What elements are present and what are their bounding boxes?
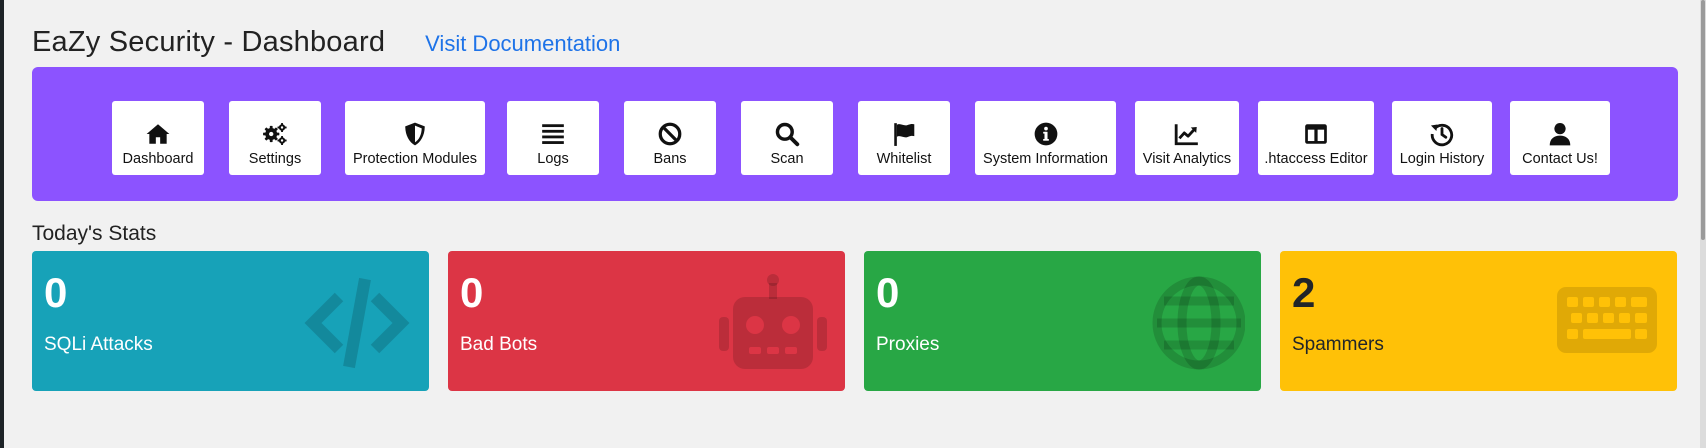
nav-button-label: .htaccess Editor	[1264, 151, 1368, 167]
nav-button-settings[interactable]: Settings	[229, 101, 321, 175]
stat-card-spammers: 2 Spammers	[1280, 251, 1677, 391]
nav-button-login-history[interactable]: Login History	[1392, 101, 1492, 175]
robot-icon	[717, 273, 829, 373]
nav-button-contact-us[interactable]: Contact Us!	[1510, 101, 1610, 175]
user-icon	[1546, 120, 1574, 148]
nav-button-label: Visit Analytics	[1142, 151, 1232, 167]
nav-button-label: Protection Modules	[352, 151, 478, 167]
stat-label: Proxies	[876, 334, 940, 355]
page-header: EaZy Security - Dashboard Visit Document…	[32, 26, 620, 66]
info-circle-icon	[1032, 120, 1060, 148]
nav-button-label: System Information	[983, 151, 1108, 167]
nav-button-label: Contact Us!	[1522, 151, 1598, 167]
nav-button-whitelist[interactable]: Whitelist	[858, 101, 950, 175]
nav-button-htaccess-editor[interactable]: .htaccess Editor	[1258, 101, 1374, 175]
history-icon	[1428, 120, 1456, 148]
page-title: EaZy Security - Dashboard	[32, 26, 386, 58]
columns-icon	[1302, 120, 1330, 148]
home-icon	[144, 120, 172, 148]
stat-label: SQLi Attacks	[44, 334, 153, 355]
ban-icon	[656, 120, 684, 148]
nav-button-label: Bans	[653, 151, 687, 167]
list-icon	[539, 120, 567, 148]
flag-icon	[890, 120, 918, 148]
shield-icon	[401, 120, 429, 148]
nav-button-label: Whitelist	[876, 151, 932, 167]
nav-button-logs[interactable]: Logs	[507, 101, 599, 175]
nav-button-bans[interactable]: Bans	[624, 101, 716, 175]
nav-button-system-information[interactable]: System Information	[975, 101, 1116, 175]
nav-bar: Dashboard Settings Protection Modules Lo…	[32, 67, 1678, 201]
stat-label: Spammers	[1292, 334, 1384, 355]
stat-value: 2	[1292, 269, 1316, 316]
stat-label: Bad Bots	[460, 334, 538, 355]
chart-line-icon	[1173, 120, 1201, 148]
nav-button-label: Scan	[770, 151, 804, 167]
nav-button-label: Logs	[537, 151, 569, 167]
globe-icon	[1133, 273, 1246, 373]
code-icon	[301, 273, 413, 373]
nav-button-label: Login History	[1399, 151, 1485, 167]
nav-button-protection-modules[interactable]: Protection Modules	[345, 101, 485, 175]
section-title-todays-stats: Today's Stats	[32, 222, 157, 245]
stat-value: 0	[876, 269, 900, 316]
cogs-icon	[261, 120, 289, 148]
admin-sidebar-edge	[0, 0, 4, 448]
keyboard-icon	[1549, 273, 1661, 373]
stat-card-proxies: 0 Proxies	[864, 251, 1261, 391]
nav-button-label: Dashboard	[122, 151, 194, 167]
nav-button-dashboard[interactable]: Dashboard	[112, 101, 204, 175]
stat-card-bad-bots: 0 Bad Bots	[448, 251, 845, 391]
scrollbar[interactable]	[1700, 0, 1706, 448]
stat-value: 0	[460, 269, 484, 316]
scrollbar-thumb[interactable]	[1701, 0, 1705, 240]
search-icon	[773, 120, 801, 148]
visit-documentation-link[interactable]: Visit Documentation	[425, 31, 620, 57]
stat-value: 0	[44, 269, 68, 316]
stat-card-sqli-attacks: 0 SQLi Attacks	[32, 251, 429, 391]
nav-button-visit-analytics[interactable]: Visit Analytics	[1135, 101, 1239, 175]
nav-button-label: Settings	[248, 151, 302, 167]
nav-button-scan[interactable]: Scan	[741, 101, 833, 175]
